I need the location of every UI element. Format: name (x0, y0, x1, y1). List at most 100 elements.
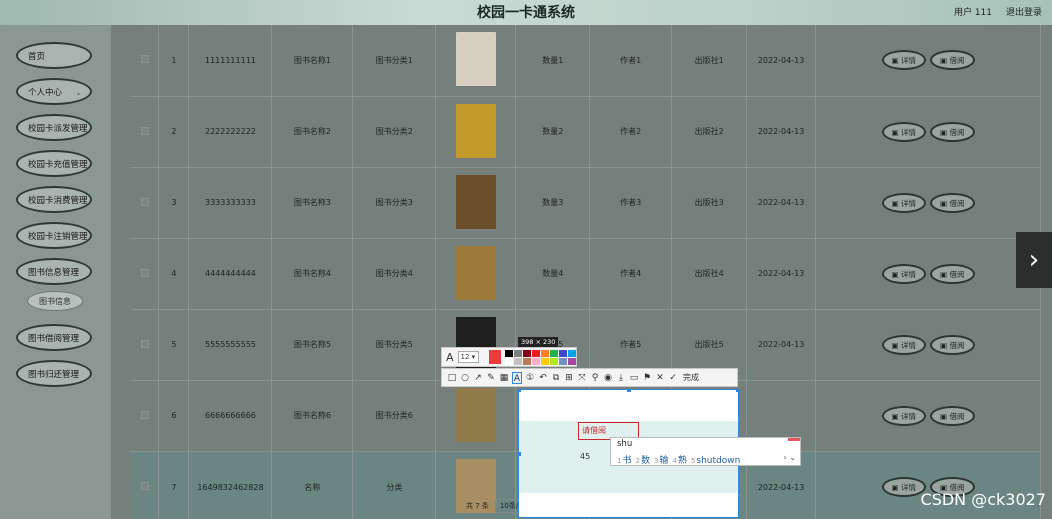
color-swatch[interactable] (505, 357, 513, 365)
row-checkbox[interactable] (140, 268, 149, 277)
text-tool-icon[interactable]: A (512, 371, 522, 384)
color-swatch[interactable] (523, 349, 531, 357)
resize-handle[interactable] (519, 390, 521, 392)
arrow-tool-icon[interactable]: ↗ (473, 372, 483, 384)
cell-name: 图书名称1 (271, 25, 354, 97)
book-cover-cell (435, 25, 517, 97)
ime-candidate-window: shu 1书 2数 3输 4熟 5shutdown › ⌄ (610, 437, 801, 466)
row-checkbox[interactable] (140, 126, 149, 135)
row-checkbox[interactable] (140, 197, 149, 206)
borrow-button[interactable]: ▣ 借阅 (930, 334, 975, 355)
logout-link[interactable]: 退出登录 (1006, 5, 1042, 18)
rectangle-tool-icon[interactable]: □ (447, 372, 457, 384)
header: 校园一卡通系统 用户 111 退出登录 (0, 0, 1052, 25)
borrow-button[interactable]: ▣ 借阅 (930, 121, 975, 142)
borrow-button[interactable]: ▣ 借阅 (930, 263, 975, 284)
color-swatch[interactable] (532, 349, 540, 357)
sidebar-subitem-book-info[interactable]: 图书信息 (27, 291, 83, 311)
pin-icon[interactable]: ⚲ (590, 372, 600, 384)
color-swatch[interactable] (550, 357, 558, 365)
save-icon[interactable]: ▭ (629, 372, 639, 384)
detail-button[interactable]: ▣ 详情 (881, 477, 927, 497)
book-cover-image (455, 103, 496, 158)
row-checkbox[interactable] (140, 410, 149, 419)
detail-button[interactable]: ▣ 详情 (881, 121, 927, 142)
ellipse-tool-icon[interactable]: ○ (460, 372, 470, 384)
sidebar: 首页 个人中心 ⌄ 校园卡派发管理 校园卡充值管理 校园卡消费管理 校园卡注销管理… (0, 25, 111, 519)
bookmark-icon[interactable]: ⚑ (642, 372, 652, 384)
download-icon[interactable]: ⤓ (616, 372, 626, 384)
current-color-swatch[interactable] (488, 350, 501, 364)
row-checkbox[interactable] (140, 482, 149, 490)
ime-candidate[interactable]: 书 (622, 456, 631, 466)
cell-cat: 图书分类5 (352, 309, 437, 381)
sidebar-item-card-recharge[interactable]: 校园卡充值管理 (16, 150, 92, 177)
captured-row-value: 45 (580, 452, 591, 461)
sidebar-item-home[interactable]: 首页 (16, 42, 92, 69)
color-swatch[interactable] (559, 349, 567, 357)
color-swatch[interactable] (568, 357, 576, 365)
sidebar-item-book-info[interactable]: 图书信息管理 (16, 258, 92, 285)
row-checkbox[interactable] (140, 339, 149, 348)
long-screenshot-icon[interactable]: ⧉ (551, 372, 561, 384)
detail-button[interactable]: ▣ 详情 (881, 405, 927, 426)
detail-button[interactable]: ▣ 详情 (881, 50, 927, 71)
color-swatch[interactable] (541, 357, 549, 365)
detail-button[interactable]: ▣ 详情 (881, 263, 927, 284)
done-button[interactable]: 完成 (683, 372, 699, 383)
cell-publisher: 出版社4 (671, 238, 748, 310)
cell-name: 图书名称5 (271, 309, 354, 381)
color-swatch[interactable] (532, 357, 540, 365)
sidebar-item-card-cancel[interactable]: 校园卡注销管理 (16, 222, 92, 249)
next-slide-arrow-icon[interactable]: › (1016, 232, 1052, 288)
color-swatch[interactable] (541, 349, 549, 357)
ocr-icon[interactable]: ⊞ (564, 372, 574, 384)
resize-handle[interactable] (519, 452, 521, 456)
cell-author: 作者3 (589, 167, 673, 239)
ime-more-icon[interactable]: › ⌄ (784, 453, 796, 462)
ime-candidate[interactable]: 数 (641, 456, 650, 466)
undo-icon[interactable]: ↶ (538, 372, 548, 384)
row-actions-cell: ▣ 详情 ▣ 借阅 (815, 167, 1041, 239)
sidebar-item-book-return[interactable]: 图书归还管理 (16, 360, 92, 387)
borrow-button[interactable]: ▣ 借阅 (930, 192, 975, 213)
color-swatch[interactable] (568, 349, 576, 357)
color-swatch[interactable] (559, 357, 567, 365)
resize-handle[interactable] (627, 390, 631, 392)
resize-handle[interactable] (736, 390, 738, 392)
cell-cat: 分类 (352, 451, 437, 519)
ime-candidate[interactable]: shutdown (696, 456, 740, 466)
sidebar-item-card-issue[interactable]: 校园卡派发管理 (16, 114, 92, 141)
borrow-button[interactable]: ▣ 借阅 (930, 50, 975, 71)
sidebar-item-personal-center[interactable]: 个人中心 ⌄ (16, 78, 92, 105)
record-icon[interactable]: ◉ (603, 372, 613, 384)
mosaic-tool-icon[interactable]: ▦ (499, 372, 509, 384)
cell-date: 2022-04-13 (746, 25, 817, 97)
number-tool-icon[interactable]: ① (525, 372, 535, 384)
color-swatch[interactable] (550, 349, 558, 357)
row-select-cell (131, 167, 160, 239)
row-actions-cell: ▣ 详情 ▣ 借阅 (815, 380, 1041, 452)
sidebar-item-book-borrow[interactable]: 图书借阅管理 (16, 324, 92, 351)
color-swatch[interactable] (505, 349, 513, 357)
ime-candidate-index: 2 (635, 457, 640, 465)
detail-button[interactable]: ▣ 详情 (881, 334, 927, 355)
ime-candidate[interactable]: 熟 (678, 456, 687, 466)
color-swatch[interactable] (514, 357, 522, 365)
sidebar-item-card-consume[interactable]: 校园卡消费管理 (16, 186, 92, 213)
borrow-button[interactable]: ▣ 借阅 (930, 405, 975, 426)
detail-button[interactable]: ▣ 详情 (881, 192, 927, 213)
ime-candidate[interactable]: 输 (659, 456, 668, 466)
translate-icon[interactable]: ⤧ (577, 372, 587, 384)
close-icon[interactable]: ✕ (655, 372, 665, 384)
color-swatch[interactable] (523, 357, 531, 365)
ime-candidate-index: 4 (672, 457, 677, 465)
color-swatch[interactable] (514, 349, 522, 357)
cell-cat: 图书分类1 (352, 25, 437, 97)
cell-date: 2022-04-13 (746, 96, 817, 168)
table-row: 3 3333333333 图书名称3 图书分类3 数量3 作者3 出版社3 2022-04-1… (131, 167, 1041, 239)
table-row: 2 2222222222 图书名称2 图书分类2 数量2 作者2 出版社2 2022-04-1… (131, 96, 1041, 168)
font-size-select[interactable]: 12 ▾ (457, 351, 479, 363)
row-checkbox[interactable] (140, 55, 149, 64)
pen-tool-icon[interactable]: ✎ (486, 372, 496, 384)
